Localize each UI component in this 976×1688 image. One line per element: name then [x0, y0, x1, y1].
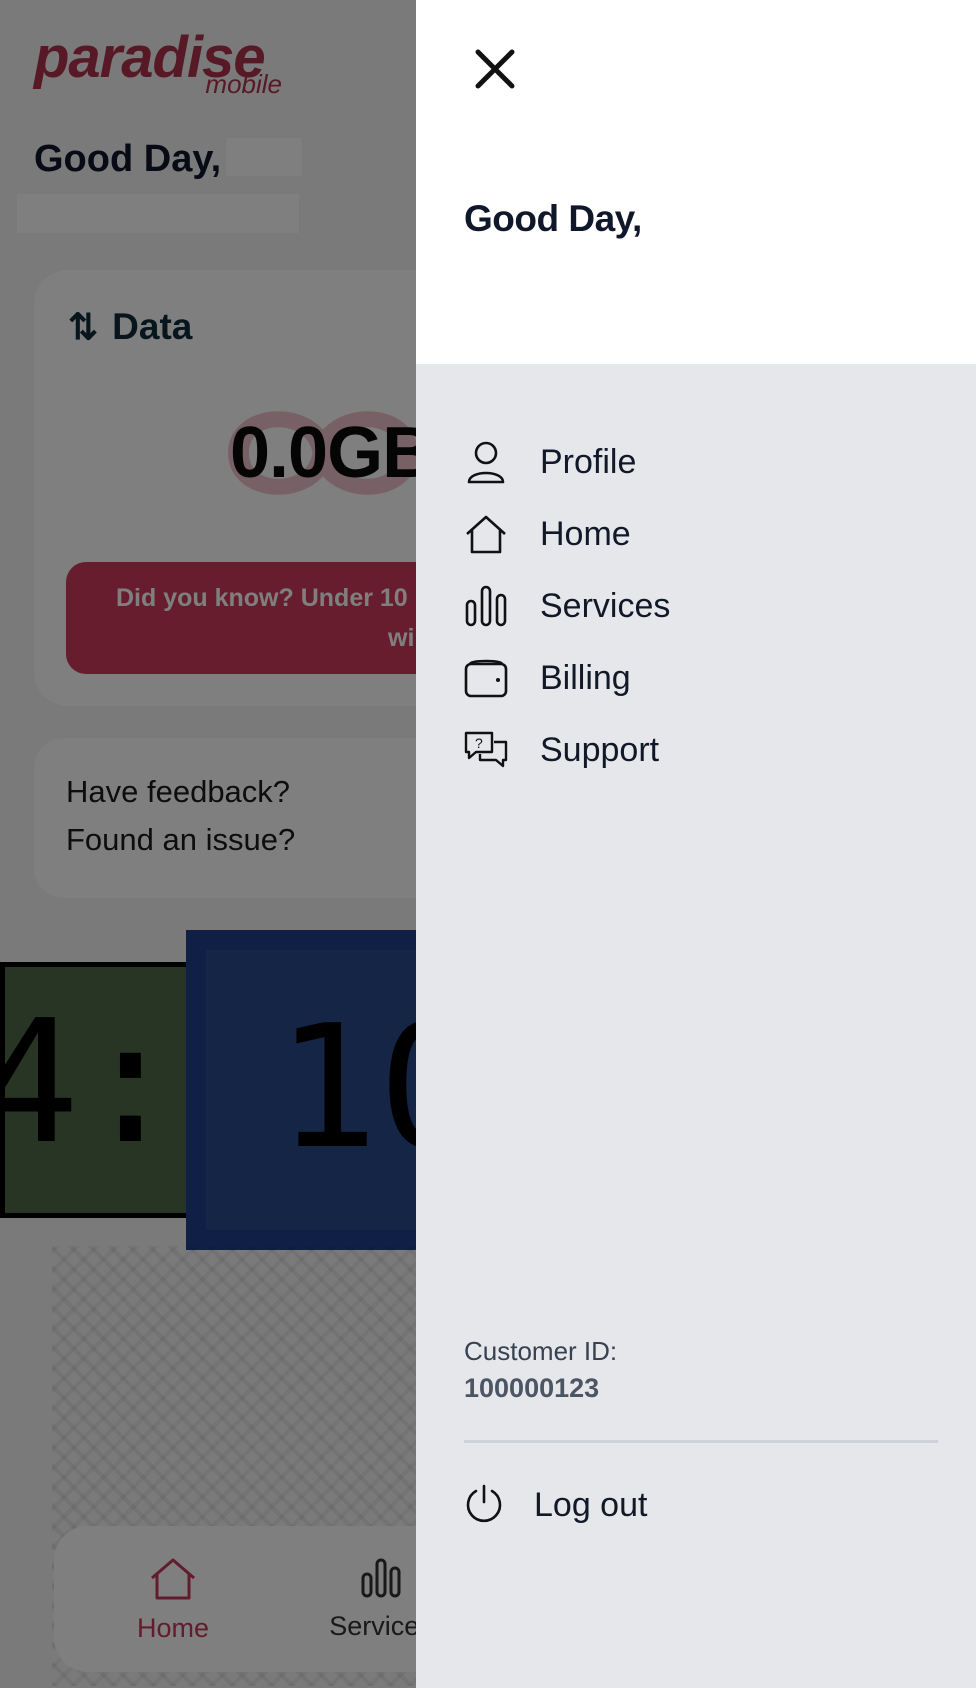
menu-item-billing-label: Billing	[540, 658, 631, 697]
menu-item-services[interactable]: Services	[464, 570, 670, 642]
power-icon	[464, 1483, 504, 1528]
menu-item-billing[interactable]: Billing	[464, 642, 670, 714]
menu-item-profile[interactable]: Profile	[464, 426, 670, 498]
menu-item-services-label: Services	[540, 586, 671, 625]
customer-id-label: Customer ID:	[464, 1336, 618, 1366]
menu-item-home[interactable]: Home	[464, 498, 670, 570]
wallet-icon	[464, 656, 508, 700]
menu-item-support-label: Support	[540, 730, 660, 769]
chat-question-icon: ?	[464, 728, 508, 772]
user-icon	[464, 440, 508, 484]
navigation-drawer: Good Day, Profile Home Services Billing …	[416, 0, 976, 1688]
menu-item-support[interactable]: ? Support	[464, 714, 670, 786]
bar-chart-icon	[464, 584, 508, 628]
customer-id-value: 100000123	[464, 1373, 600, 1403]
menu-item-profile-label: Profile	[540, 442, 637, 481]
menu-item-home-label: Home	[540, 514, 631, 553]
drawer-menu: Profile Home Services Billing ? Support	[464, 426, 670, 786]
home-icon	[464, 512, 508, 556]
drawer-divider	[464, 1440, 938, 1443]
drawer-header: Good Day,	[416, 0, 976, 364]
svg-text:?: ?	[475, 735, 483, 751]
close-icon[interactable]	[472, 46, 518, 92]
logout-label: Log out	[534, 1485, 648, 1524]
drawer-greeting: Good Day,	[464, 198, 642, 239]
logout-button[interactable]: Log out	[464, 1480, 647, 1530]
